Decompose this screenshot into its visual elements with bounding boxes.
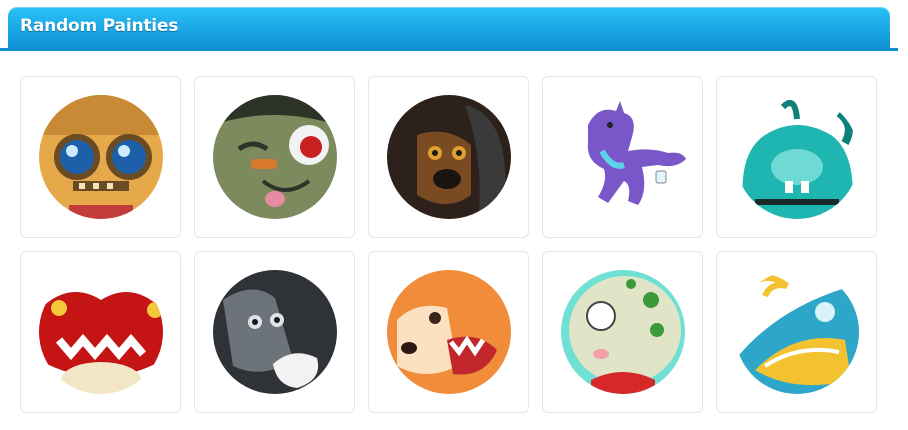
blue-gold-creature-avatar-icon bbox=[734, 270, 859, 394]
painty-card[interactable] bbox=[20, 251, 181, 413]
painty-card[interactable] bbox=[368, 251, 529, 413]
random-painties-panel: Random Painties bbox=[0, 0, 908, 430]
section-header: Random Painties bbox=[8, 7, 890, 49]
teal-creature-avatar-icon bbox=[734, 95, 859, 219]
orange-fox-avatar-icon bbox=[386, 270, 511, 394]
painties-grid bbox=[20, 76, 877, 413]
painty-card[interactable] bbox=[716, 251, 877, 413]
gray-wolf-avatar-icon bbox=[212, 270, 337, 394]
painty-card[interactable] bbox=[542, 76, 703, 238]
painty-card[interactable] bbox=[194, 251, 355, 413]
painty-card[interactable] bbox=[716, 76, 877, 238]
red-creature-avatar-icon bbox=[38, 270, 163, 394]
purple-dragon-avatar-icon bbox=[587, 101, 686, 205]
green-dino-avatar-icon bbox=[560, 270, 685, 394]
robot-avatar-icon bbox=[38, 95, 163, 219]
painty-card[interactable] bbox=[194, 76, 355, 238]
header-underline bbox=[0, 48, 898, 51]
zombie-dog-avatar-icon bbox=[212, 95, 337, 219]
section-title: Random Painties bbox=[20, 16, 179, 36]
painty-card[interactable] bbox=[368, 76, 529, 238]
painty-card[interactable] bbox=[542, 251, 703, 413]
black-dog-avatar-icon bbox=[386, 95, 511, 219]
painty-card[interactable] bbox=[20, 76, 181, 238]
